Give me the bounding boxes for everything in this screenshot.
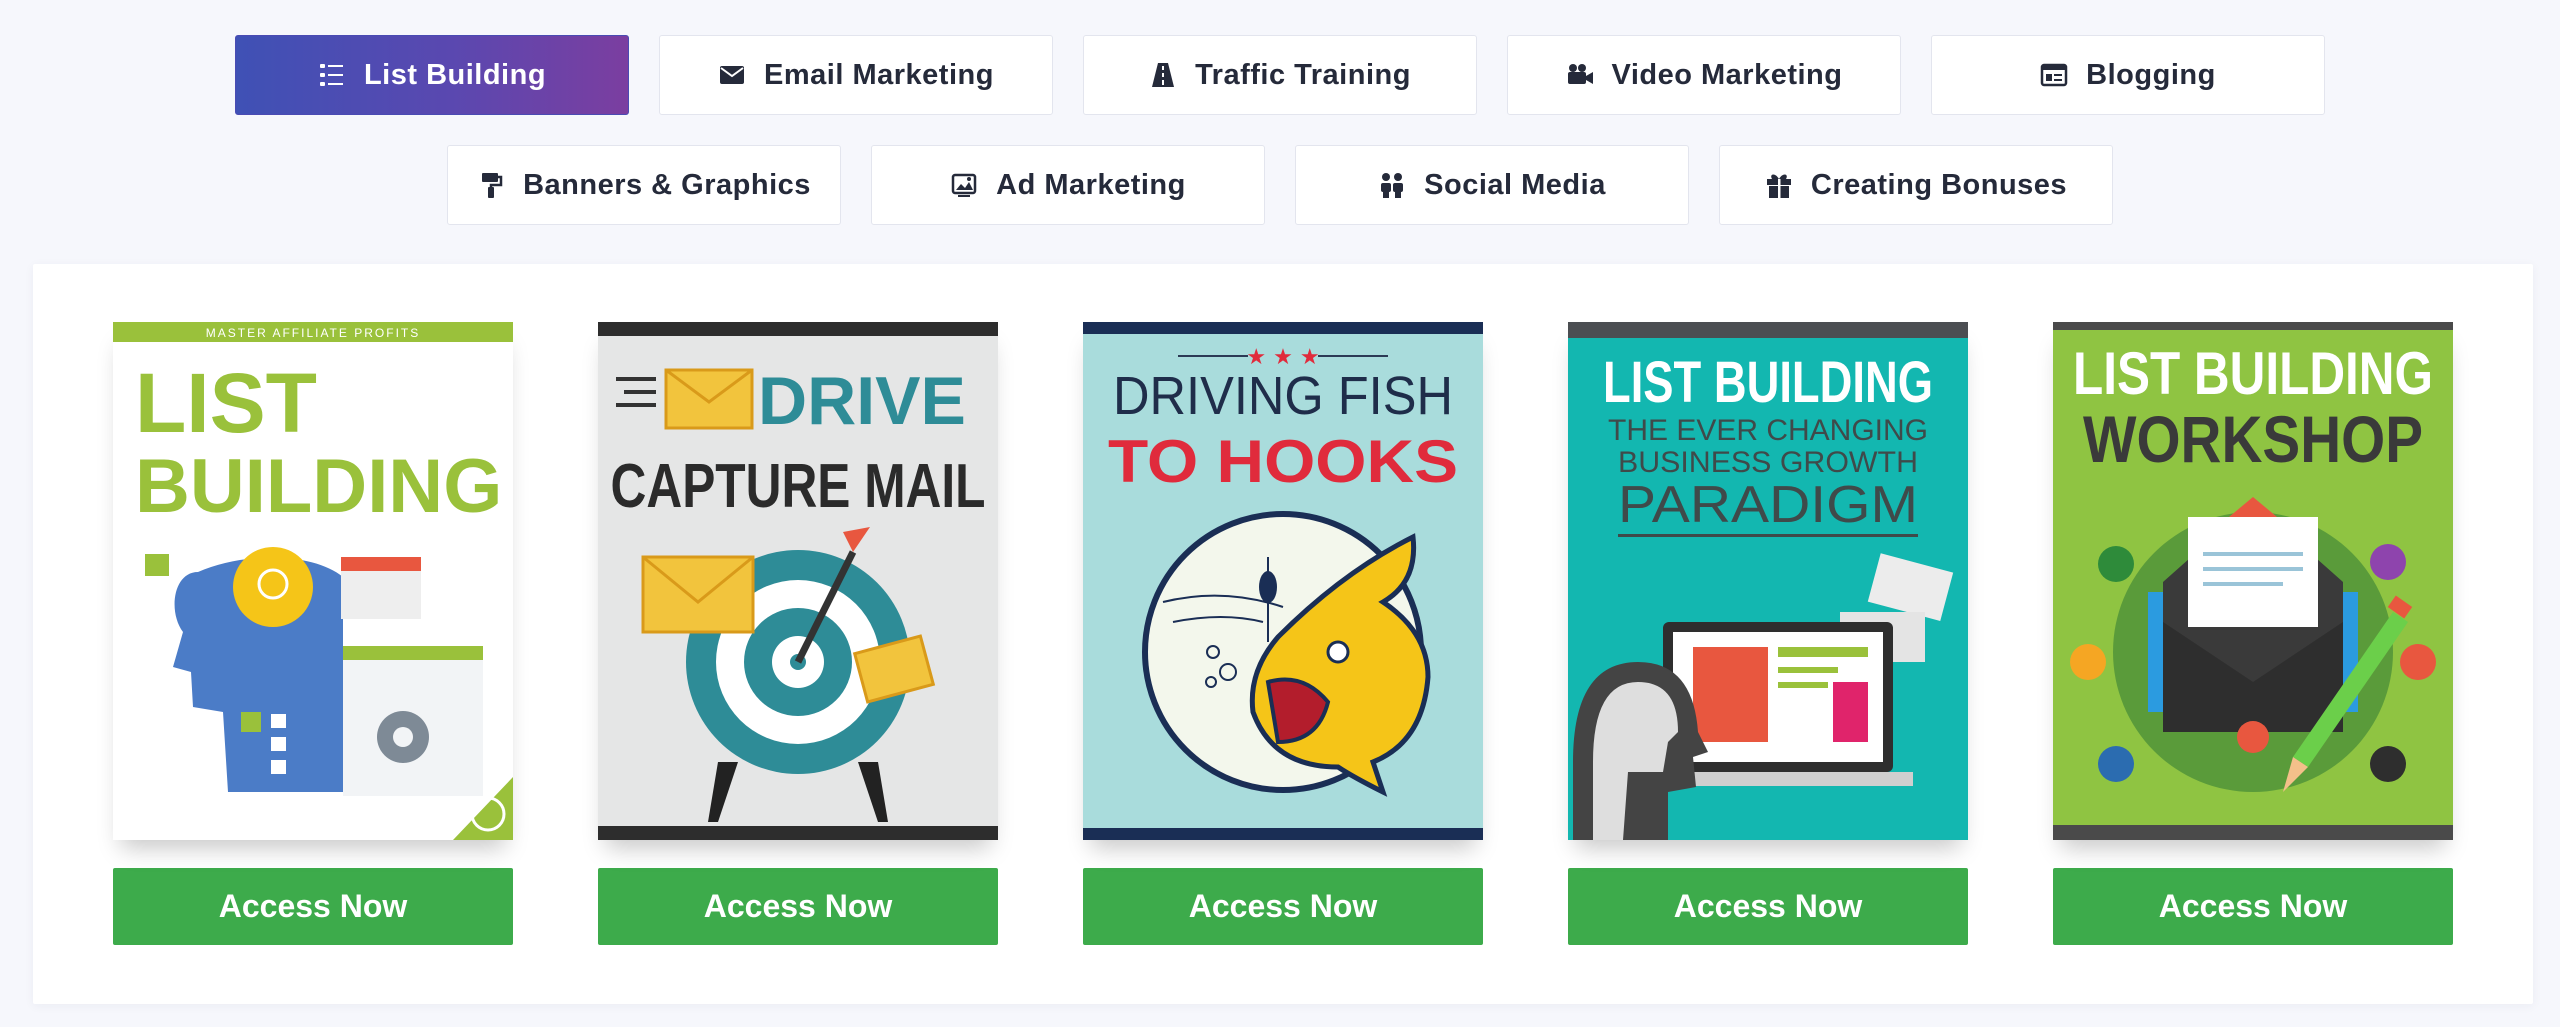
category-tabs-row-1: List Building Email Marketing Traffic Tr… [0, 35, 2560, 115]
access-now-button[interactable]: Access Now [2053, 868, 2453, 945]
tab-label: Video Marketing [1611, 58, 1843, 91]
product-card: DRIVE CAPTURE MAIL Access Now [598, 322, 998, 945]
product-cover-image[interactable]: ★ ★ ★ DRIVING FISH TO HOOKS [1083, 322, 1483, 840]
products-panel: MASTER AFFILIATE PROFITS LIST BUILDING A… [33, 264, 2533, 1004]
tab-list-building[interactable]: List Building [235, 35, 629, 115]
tab-label: Email Marketing [764, 58, 994, 91]
tab-blogging[interactable]: Blogging [1931, 35, 2325, 115]
cover-title-line-1: LIST BUILDING [2073, 340, 2433, 407]
gift-icon [1765, 171, 1793, 199]
tab-label: Banners & Graphics [523, 168, 811, 201]
tab-traffic-training[interactable]: Traffic Training [1083, 35, 1477, 115]
cover-title-line-1: DRIVE [758, 363, 966, 439]
video-camera-icon [1566, 61, 1594, 89]
tab-ad-marketing[interactable]: Ad Marketing [871, 145, 1265, 225]
access-now-button[interactable]: Access Now [113, 868, 513, 945]
product-card: LIST BUILDING WORKSHOP Access Now [2053, 322, 2453, 945]
tab-email-marketing[interactable]: Email Marketing [659, 35, 1053, 115]
list-icon [318, 61, 346, 89]
tab-video-marketing[interactable]: Video Marketing [1507, 35, 1901, 115]
cover-title-line-2: BUILDING [135, 444, 502, 529]
access-now-button[interactable]: Access Now [1568, 868, 1968, 945]
road-icon [1149, 61, 1177, 89]
tab-banners-graphics[interactable]: Banners & Graphics [447, 145, 841, 225]
paint-roller-icon [477, 171, 505, 199]
product-card: LIST BUILDING THE EVER CHANGING BUSINESS… [1568, 322, 1968, 945]
product-card: MASTER AFFILIATE PROFITS LIST BUILDING A… [113, 322, 513, 945]
tab-label: Blogging [2086, 58, 2216, 91]
image-ad-icon [950, 171, 978, 199]
cover-title-line-2: TO HOOKS [1108, 428, 1458, 495]
category-tabs-row-2: Banners & Graphics Ad Marketing Social M… [0, 145, 2560, 225]
cover-title-line-1: LIST [135, 356, 317, 450]
browser-window-icon [2040, 61, 2068, 89]
product-cover-image[interactable]: LIST BUILDING WORKSHOP [2053, 322, 2453, 840]
tab-label: List Building [363, 58, 547, 91]
envelope-icon [718, 61, 746, 89]
access-now-button[interactable]: Access Now [598, 868, 998, 945]
tab-creating-bonuses[interactable]: Creating Bonuses [1719, 145, 2113, 225]
tab-label: Traffic Training [1195, 58, 1411, 91]
product-cover-image[interactable]: MASTER AFFILIATE PROFITS LIST BUILDING [113, 322, 513, 840]
tab-label: Ad Marketing [996, 168, 1186, 201]
access-now-button[interactable]: Access Now [1083, 868, 1483, 945]
cover-title-line-2: THE EVER CHANGING [1608, 414, 1928, 447]
tab-label: Creating Bonuses [1810, 168, 2068, 201]
tab-label: Social Media [1424, 168, 1606, 201]
cover-title-line-2: CAPTURE MAIL [611, 452, 986, 521]
cover-title-line-3: BUSINESS GROWTH [1618, 446, 1918, 479]
cover-title-line-1: DRIVING FISH [1113, 366, 1453, 426]
tab-social-media[interactable]: Social Media [1295, 145, 1689, 225]
cover-title-line-1: LIST BUILDING [1603, 350, 1933, 415]
product-cover-image[interactable]: DRIVE CAPTURE MAIL [598, 322, 998, 840]
product-cover-image[interactable]: LIST BUILDING THE EVER CHANGING BUSINESS… [1568, 322, 1968, 840]
cover-tagline: MASTER AFFILIATE PROFITS [206, 326, 420, 340]
cover-title-line-4: PARADIGM [1618, 476, 1918, 534]
cover-title-line-2: WORKSHOP [2083, 402, 2423, 476]
product-card: ★ ★ ★ DRIVING FISH TO HOOKS Access Now [1083, 322, 1483, 945]
people-icon [1378, 171, 1406, 199]
